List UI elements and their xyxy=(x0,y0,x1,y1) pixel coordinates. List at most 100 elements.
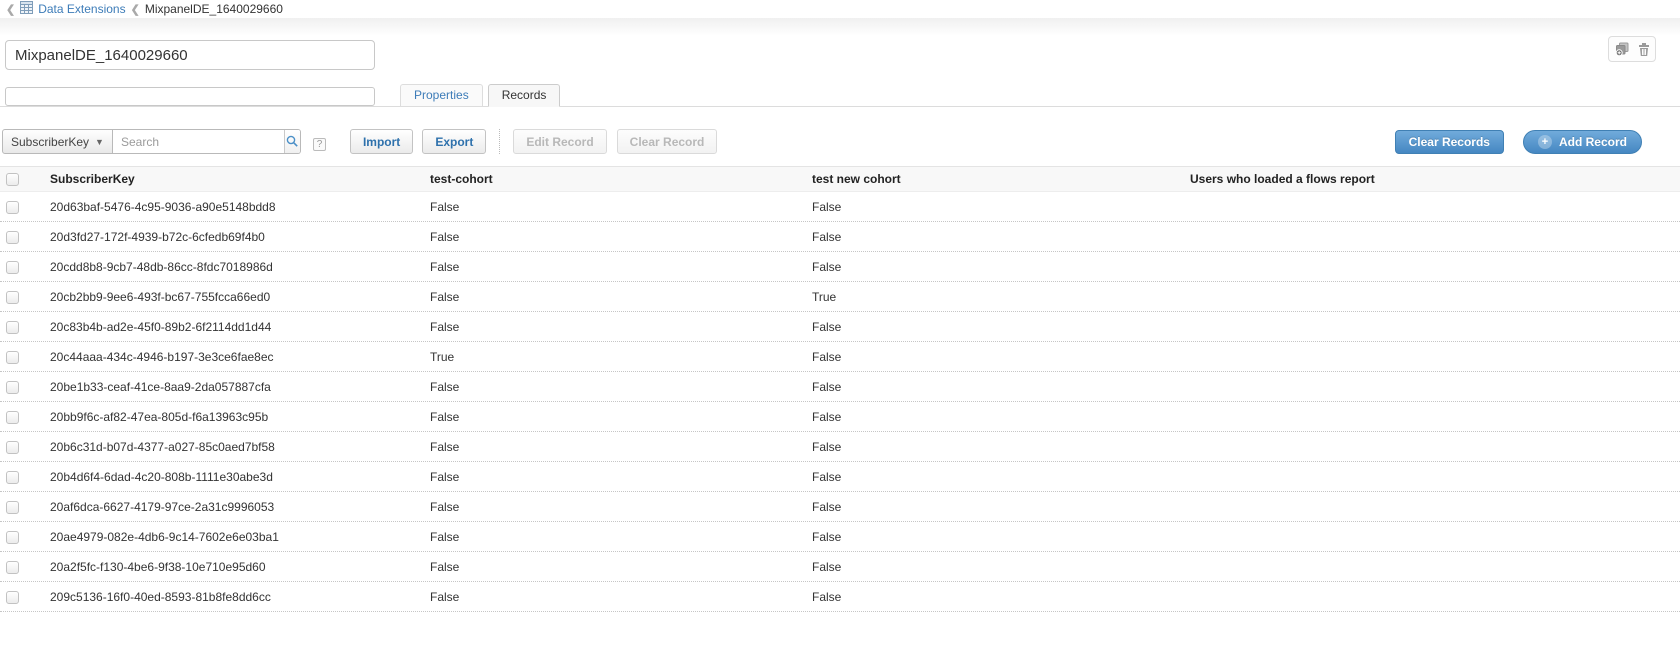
row-checkbox[interactable] xyxy=(6,291,19,304)
test-cohort-cell: False xyxy=(424,290,806,304)
table-row[interactable]: 20b4d6f4-6dad-4c20-808b-1111e30abe3dFals… xyxy=(0,462,1680,492)
row-checkbox[interactable] xyxy=(6,321,19,334)
column-header-test-new-cohort[interactable]: test new cohort xyxy=(806,172,1184,186)
search-field-dropdown[interactable]: SubscriberKey ▼ xyxy=(2,129,113,154)
test-cohort-cell: False xyxy=(424,200,806,214)
subscriber-key-cell: 209c5136-16f0-40ed-8593-81b8fe8dd6cc xyxy=(44,590,424,604)
search-field-dropdown-label: SubscriberKey xyxy=(11,135,89,149)
extension-actions-group xyxy=(1608,36,1656,62)
test-cohort-cell: False xyxy=(424,410,806,424)
search-icon xyxy=(286,135,299,148)
test-cohort-cell: False xyxy=(424,440,806,454)
breadcrumb-data-extensions-link[interactable]: Data Extensions xyxy=(38,2,125,16)
tab-properties[interactable]: Properties xyxy=(400,84,483,107)
back-chevron-icon[interactable]: ❮ xyxy=(6,3,15,16)
row-checkbox[interactable] xyxy=(6,381,19,394)
subscriber-key-cell: 20cdd8b8-9cb7-48db-86cc-8fdc7018986d xyxy=(44,260,424,274)
row-checkbox[interactable] xyxy=(6,261,19,274)
test-cohort-cell: False xyxy=(424,230,806,244)
trash-icon[interactable] xyxy=(1638,42,1650,56)
table-row[interactable]: 20b6c31d-b07d-4377-a027-85c0aed7bf58Fals… xyxy=(0,432,1680,462)
records-toolbar: SubscriberKey ▼ ? Import Export Edit Rec… xyxy=(0,129,1680,157)
test-new-cohort-cell: False xyxy=(806,470,1184,484)
test-new-cohort-cell: False xyxy=(806,200,1184,214)
test-new-cohort-cell: False xyxy=(806,440,1184,454)
subscriber-key-cell: 20b4d6f4-6dad-4c20-808b-1111e30abe3d xyxy=(44,470,424,484)
test-cohort-cell: False xyxy=(424,470,806,484)
table-row[interactable]: 20be1b33-ceaf-41ce-8aa9-2da057887cfa Fals… xyxy=(0,372,1680,402)
add-record-label: Add Record xyxy=(1559,135,1627,149)
subscriber-key-cell: 20be1b33-ceaf-41ce-8aa9-2da057887cfa xyxy=(44,380,424,394)
subscriber-key-cell: 20b6c31d-b07d-4377-a027-85c0aed7bf58 xyxy=(44,440,424,454)
data-extension-icon xyxy=(20,1,33,17)
column-header-users-flows-report[interactable]: Users who loaded a flows report xyxy=(1184,172,1680,186)
add-record-button[interactable]: + Add Record xyxy=(1523,130,1642,154)
help-icon[interactable]: ? xyxy=(313,138,326,151)
test-new-cohort-cell: False xyxy=(806,530,1184,544)
tab-records[interactable]: Records xyxy=(488,84,561,107)
table-row[interactable]: 20cdd8b8-9cb7-48db-86cc-8fdc7018986d Fals… xyxy=(0,252,1680,282)
test-new-cohort-cell: False xyxy=(806,260,1184,274)
copy-icon[interactable] xyxy=(1615,42,1630,56)
table-row[interactable]: 20d3fd27-172f-4939-b72c-6cfedb69f4b0Fals… xyxy=(0,222,1680,252)
test-cohort-cell: False xyxy=(424,500,806,514)
row-checkbox[interactable] xyxy=(6,201,19,214)
data-extension-records-page: { "breadcrumb": { "back": "❮", "data_ext… xyxy=(0,0,1680,670)
row-checkbox[interactable] xyxy=(6,531,19,544)
table-row[interactable]: 20cb2bb9-9ee6-493f-bc67-755fcca66ed0Fals… xyxy=(0,282,1680,312)
column-header-subscriber-key[interactable]: SubscriberKey xyxy=(44,172,424,186)
table-row[interactable]: 20af6dca-6627-4179-97ce-2a31c9996053Fals… xyxy=(0,492,1680,522)
test-new-cohort-cell: True xyxy=(806,290,1184,304)
chevron-down-icon: ▼ xyxy=(95,137,104,147)
row-checkbox[interactable] xyxy=(6,441,19,454)
extension-description-input[interactable] xyxy=(5,87,375,106)
select-all-checkbox[interactable] xyxy=(6,173,19,186)
import-button[interactable]: Import xyxy=(350,129,413,154)
clear-record-button[interactable]: Clear Record xyxy=(617,129,718,154)
row-checkbox[interactable] xyxy=(6,351,19,364)
row-checkbox[interactable] xyxy=(6,411,19,424)
table-header-row: SubscriberKey test-cohort test new cohor… xyxy=(0,166,1680,192)
table-row[interactable]: 20d63baf-5476-4c95-9036-a90e5148bdd8Fals… xyxy=(0,192,1680,222)
export-button[interactable]: Export xyxy=(422,129,486,154)
row-checkbox[interactable] xyxy=(6,501,19,514)
toolbar-divider xyxy=(499,129,500,154)
test-new-cohort-cell: False xyxy=(806,500,1184,514)
test-new-cohort-cell: False xyxy=(806,350,1184,364)
clear-records-button[interactable]: Clear Records xyxy=(1395,130,1504,154)
row-checkbox[interactable] xyxy=(6,231,19,244)
subscriber-key-cell: 20af6dca-6627-4179-97ce-2a31c9996053 xyxy=(44,500,424,514)
extension-name-input[interactable] xyxy=(5,40,375,70)
tab-bar: Properties Records xyxy=(400,84,560,107)
table-row[interactable]: 20c83b4b-ad2e-45f0-89b2-6f2114dd1d44Fals… xyxy=(0,312,1680,342)
row-checkbox[interactable] xyxy=(6,591,19,604)
table-row[interactable]: 20ae4979-082e-4db6-9c14-7602e6e03ba1Fals… xyxy=(0,522,1680,552)
column-header-test-cohort[interactable]: test-cohort xyxy=(424,172,806,186)
table-row[interactable]: 20c44aaa-434c-4946-b197-3e3ce6fae8ecTrue… xyxy=(0,342,1680,372)
tab-bottom-rule xyxy=(0,106,1680,107)
test-new-cohort-cell: False xyxy=(806,560,1184,574)
breadcrumb-current-page: MixpanelDE_1640029660 xyxy=(145,2,283,16)
subscriber-key-cell: 20c83b4b-ad2e-45f0-89b2-6f2114dd1d44 xyxy=(44,320,424,334)
breadcrumb: ❮ Data Extensions ❮ MixpanelDE_164002966… xyxy=(0,0,1680,18)
test-new-cohort-cell: False xyxy=(806,410,1184,424)
plus-icon: + xyxy=(1538,135,1552,149)
table-row[interactable]: 209c5136-16f0-40ed-8593-81b8fe8dd6ccFals… xyxy=(0,582,1680,612)
row-checkbox[interactable] xyxy=(6,561,19,574)
search-input[interactable] xyxy=(113,130,284,153)
table-row[interactable]: 20bb9f6c-af82-47ea-805d-f6a13963c95bFals… xyxy=(0,402,1680,432)
subscriber-key-cell: 20cb2bb9-9ee6-493f-bc67-755fcca66ed0 xyxy=(44,290,424,304)
test-cohort-cell: True xyxy=(424,350,806,364)
search-button[interactable] xyxy=(284,130,300,153)
edit-record-button[interactable]: Edit Record xyxy=(513,129,606,154)
row-checkbox[interactable] xyxy=(6,471,19,484)
table-row[interactable]: 20a2f5fc-f130-4be6-9f38-10e710e95d60Fals… xyxy=(0,552,1680,582)
test-new-cohort-cell: False xyxy=(806,590,1184,604)
test-cohort-cell: False xyxy=(424,590,806,604)
records-table: SubscriberKey test-cohort test new cohor… xyxy=(0,166,1680,612)
table-body: 20d63baf-5476-4c95-9036-a90e5148bdd8Fals… xyxy=(0,192,1680,612)
search-box xyxy=(113,129,301,154)
test-cohort-cell: False xyxy=(424,530,806,544)
test-new-cohort-cell: False xyxy=(806,230,1184,244)
test-new-cohort-cell: False xyxy=(806,380,1184,394)
